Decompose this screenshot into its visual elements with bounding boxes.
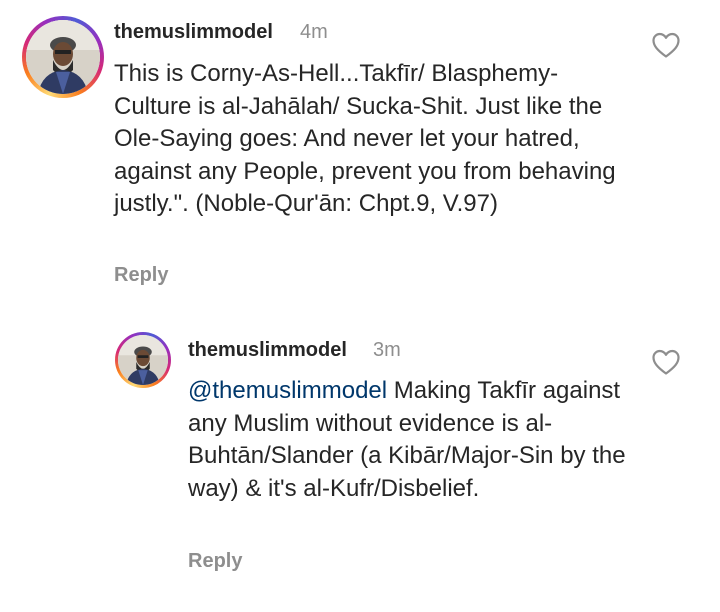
profile-photo-icon <box>26 20 100 94</box>
reply-button[interactable]: Reply <box>188 550 242 573</box>
avatar-photo <box>118 335 168 385</box>
avatar[interactable] <box>22 16 104 98</box>
reply-button[interactable]: Reply <box>114 264 168 287</box>
username[interactable]: themuslimmodel <box>114 21 273 44</box>
timestamp: 3m <box>373 339 401 361</box>
timestamp: 4m <box>300 21 328 43</box>
heart-icon[interactable] <box>651 31 681 59</box>
profile-photo-icon <box>118 335 168 385</box>
username[interactable]: themuslimmodel <box>188 339 347 362</box>
comment-text: @themuslimmodel Making Takfīr against an… <box>188 375 628 505</box>
comment-text: This is Corny-As-Hell...Takfīr/ Blasphem… <box>114 60 616 217</box>
heart-icon[interactable] <box>651 348 681 376</box>
avatar[interactable] <box>115 332 171 388</box>
mention-link[interactable]: @themuslimmodel <box>188 377 387 404</box>
avatar-photo <box>26 20 100 94</box>
